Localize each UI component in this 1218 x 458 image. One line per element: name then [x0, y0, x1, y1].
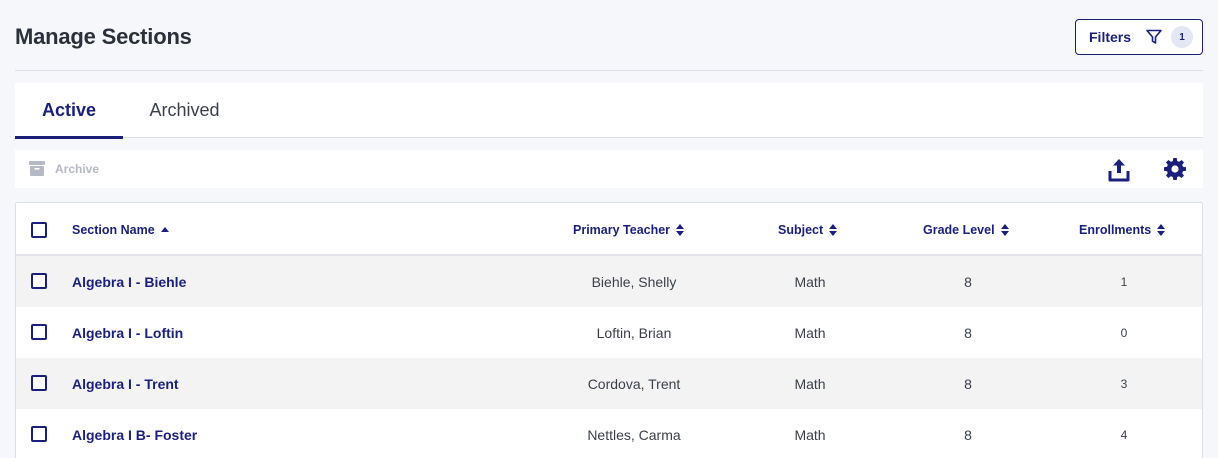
subject: Math — [794, 375, 826, 392]
select-all-checkbox[interactable] — [31, 222, 47, 238]
row-checkbox[interactable] — [31, 273, 47, 289]
row-checkbox[interactable] — [31, 375, 47, 391]
primary-teacher: Cordova, Trent — [587, 375, 681, 392]
column-label: Primary Teacher — [573, 222, 671, 237]
row-checkbox[interactable] — [31, 426, 47, 442]
primary-teacher: Biehle, Shelly — [591, 273, 677, 290]
tab-archived[interactable]: Archived — [137, 83, 232, 137]
manage-sections-page: Manage Sections Filters 1 Active Archive… — [0, 0, 1218, 458]
subject: Math — [794, 426, 826, 443]
filters-label: Filters — [1089, 29, 1132, 45]
table-header: Section Name Primary Teacher Subject Gra… — [16, 203, 1202, 256]
primary-teacher: Loftin, Brian — [596, 324, 672, 341]
sort-icon — [676, 223, 685, 236]
grade-level: 8 — [964, 375, 972, 392]
tab-active[interactable]: Active — [15, 83, 123, 139]
column-header-section-name[interactable]: Section Name — [72, 203, 169, 256]
tabs-bar: Active Archived — [15, 83, 1203, 139]
upload-icon — [1108, 158, 1130, 182]
gear-icon — [1163, 157, 1187, 181]
column-header-subject[interactable]: Subject — [778, 203, 838, 256]
page-title: Manage Sections — [15, 24, 192, 49]
table-row[interactable]: Algebra I B- Foster Nettles, Carma Math … — [16, 409, 1202, 458]
grade-level: 8 — [964, 273, 972, 290]
subject: Math — [794, 324, 826, 341]
section-name-link[interactable]: Algebra I - Biehle — [72, 256, 186, 307]
column-header-enrollments[interactable]: Enrollments — [1079, 203, 1166, 256]
column-label: Enrollments — [1079, 222, 1152, 237]
enrollments: 3 — [1120, 376, 1128, 391]
filter-icon — [1145, 28, 1163, 46]
grade-level: 8 — [964, 426, 972, 443]
column-header-primary-teacher[interactable]: Primary Teacher — [573, 203, 685, 256]
column-header-grade-level[interactable]: Grade Level — [923, 203, 1009, 256]
column-label: Subject — [778, 222, 824, 237]
row-checkbox[interactable] — [31, 324, 47, 340]
archive-button[interactable]: Archive — [29, 161, 99, 176]
upload-button[interactable] — [1108, 158, 1130, 182]
primary-teacher: Nettles, Carma — [587, 426, 681, 443]
section-name-link[interactable]: Algebra I B- Foster — [72, 409, 197, 458]
enrollments: 4 — [1120, 427, 1128, 442]
table-row[interactable]: Algebra I - Trent Cordova, Trent Math 8 … — [16, 358, 1202, 409]
table-row[interactable]: Algebra I - Loftin Loftin, Brian Math 8 … — [16, 307, 1202, 358]
sort-icon — [829, 223, 838, 236]
sort-icon — [1157, 223, 1166, 236]
section-name-link[interactable]: Algebra I - Trent — [72, 358, 179, 409]
table-row[interactable]: Algebra I - Biehle Biehle, Shelly Math 8… — [16, 256, 1202, 307]
enrollments: 0 — [1120, 325, 1128, 340]
settings-button[interactable] — [1163, 157, 1187, 181]
archive-icon — [29, 161, 45, 176]
subject: Math — [794, 273, 826, 290]
column-label: Grade Level — [923, 222, 995, 237]
filter-count-badge: 1 — [1171, 26, 1194, 48]
table-toolbar: Archive — [15, 150, 1203, 188]
filters-button[interactable]: Filters 1 — [1075, 19, 1203, 55]
sections-table: Section Name Primary Teacher Subject Gra… — [15, 202, 1203, 458]
header-divider — [15, 70, 1203, 71]
grade-level: 8 — [964, 324, 972, 341]
section-name-link[interactable]: Algebra I - Loftin — [72, 307, 183, 358]
archive-label: Archive — [55, 161, 100, 176]
sort-ascending-icon — [160, 226, 169, 234]
enrollments: 1 — [1120, 274, 1128, 289]
sort-icon — [1000, 223, 1009, 236]
column-label: Section Name — [72, 222, 155, 237]
